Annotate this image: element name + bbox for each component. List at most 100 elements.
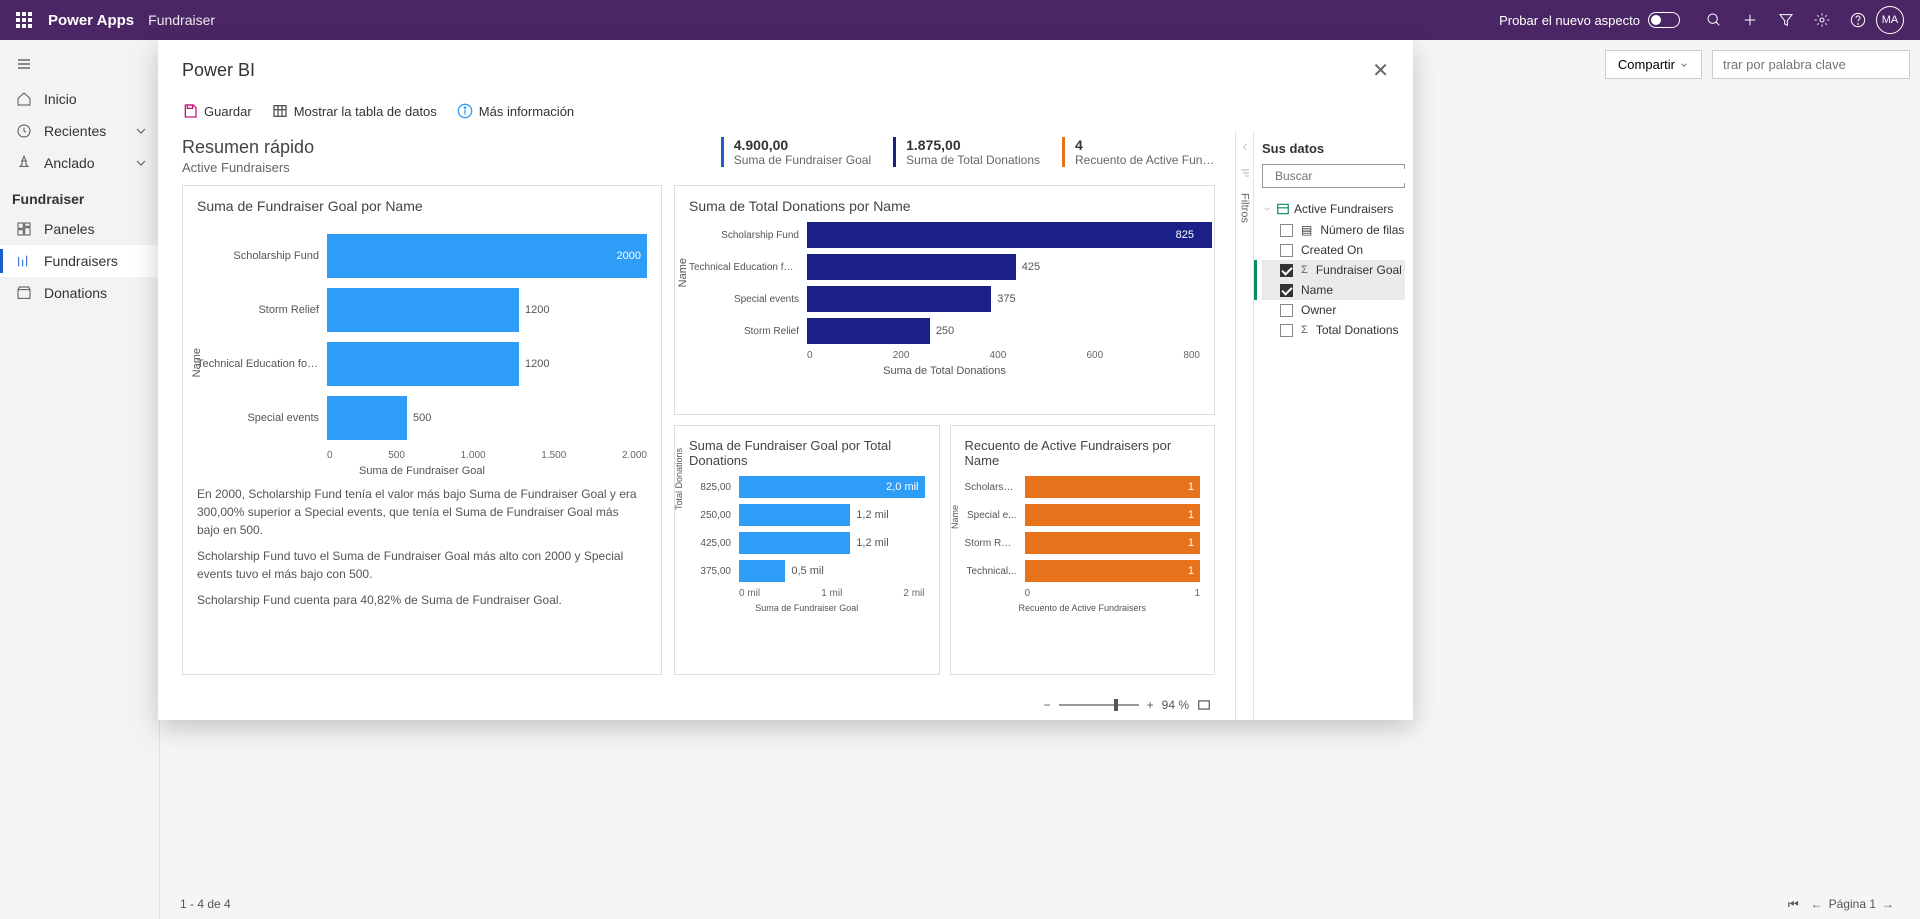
nav-paneles[interactable]: Paneles (0, 213, 159, 245)
zoom-in-button[interactable]: + (1147, 698, 1154, 712)
field-owner[interactable]: Owner (1262, 300, 1405, 320)
command-bar: Compartir (1605, 50, 1910, 79)
kpi-card[interactable]: 4.900,00Suma de Fundraiser Goal (721, 137, 871, 167)
filter-icon[interactable] (1768, 0, 1804, 40)
chart-donations-by-name[interactable]: Suma de Total Donations por Name Scholar… (674, 185, 1215, 415)
chart-bar (739, 560, 785, 582)
nav-donations-label: Donations (44, 285, 107, 301)
app-launcher-icon[interactable] (16, 12, 32, 28)
data-table-node[interactable]: Active Fundraisers (1262, 198, 1405, 220)
filter-rail-icon (1239, 167, 1251, 179)
close-icon[interactable]: ✕ (1372, 58, 1389, 83)
save-button[interactable]: Guardar (182, 103, 252, 119)
nav-section-fundraiser: Fundraiser (0, 179, 159, 213)
grid-footer: 1 - 4 de 4 ⏮ ← Página 1 → (160, 889, 1920, 919)
bar-value-label: 2000 (617, 250, 641, 262)
nav-recientes-label: Recientes (44, 123, 106, 139)
chart-goal-by-donations[interactable]: Suma de Fundraiser Goal por Total Donati… (674, 425, 940, 675)
fit-to-page-icon[interactable] (1197, 698, 1211, 712)
show-data-table-button[interactable]: Mostrar la tabla de datos (272, 103, 437, 119)
nav-fundraisers[interactable]: Fundraisers (0, 245, 159, 277)
axis-tick: 2 mil (903, 588, 924, 599)
powerbi-modal: Power BI ✕ Guardar Mostrar la tabla de d… (158, 40, 1413, 720)
nav-inicio-label: Inicio (44, 91, 77, 107)
chart-bar (327, 288, 519, 332)
bar-value-label: 1 (1188, 565, 1194, 577)
bar-value-label: 1,2 mil (856, 537, 888, 549)
axis-tick: 0 mil (739, 588, 760, 599)
bar-value-label: 375 (997, 293, 1015, 305)
chart-bar-row: 250,00 1,2 mil (689, 504, 925, 526)
search-icon[interactable] (1696, 0, 1732, 40)
field-numero-filas[interactable]: ▤Número de filas (1262, 220, 1405, 240)
axis-tick: 0 (327, 450, 333, 461)
bar-category-label: Storm Relief (689, 326, 807, 337)
x-axis-label: Recuento de Active Fundraisers (965, 603, 1201, 613)
chart-bar (807, 222, 1212, 248)
modal-toolbar: Guardar Mostrar la tabla de datos Más in… (158, 95, 1413, 131)
chevron-down-icon (133, 155, 149, 171)
chart-count-by-name[interactable]: Recuento de Active Fundraisers por Name … (950, 425, 1216, 675)
prev-page-button[interactable]: ← (1805, 897, 1829, 911)
more-info-button[interactable]: Más información (457, 103, 574, 119)
field-name[interactable]: Name (1262, 280, 1405, 300)
chart-bar-row: Scholarship Fund 825 (689, 222, 1200, 248)
chart-goal-by-name[interactable]: Suma de Fundraiser Goal por Name Scholar… (182, 185, 662, 675)
bar-value-label: 250 (936, 325, 954, 337)
share-button[interactable]: Compartir (1605, 50, 1702, 79)
help-icon[interactable] (1840, 0, 1876, 40)
data-panel: Sus datos Active Fundraisers ▤Número de … (1253, 131, 1413, 720)
data-search-input[interactable] (1262, 164, 1405, 188)
try-new-look-toggle[interactable] (1648, 12, 1680, 28)
field-fundraiser-goal[interactable]: ΣFundraiser Goal (1262, 260, 1405, 280)
zoom-control[interactable]: − + 94 % (1044, 698, 1211, 712)
data-table-label: Active Fundraisers (1294, 202, 1393, 216)
y-axis-label: Name (677, 258, 689, 287)
field-created-on[interactable]: Created On (1262, 240, 1405, 260)
bar-category-label: 250,00 (689, 510, 739, 521)
axis-tick: 500 (388, 450, 405, 461)
chevron-left-icon (1239, 141, 1251, 153)
add-icon[interactable] (1732, 0, 1768, 40)
kpi-label: Recuento de Active Fund... (1075, 153, 1215, 167)
x-axis-label: Suma de Fundraiser Goal (197, 465, 647, 477)
global-header: Power Apps Fundraiser Probar el nuevo as… (0, 0, 1920, 40)
chart-bar-row: Scholarsh... 1 (965, 476, 1201, 498)
kpi-card[interactable]: 1.875,00Suma de Total Donations (893, 137, 1040, 167)
bar-category-label: Storm Relief (197, 304, 327, 316)
modal-header: Power BI ✕ (158, 40, 1413, 95)
zoom-out-button[interactable]: − (1044, 698, 1051, 712)
nav-fundraisers-label: Fundraisers (44, 253, 118, 269)
nav-collapse-button[interactable] (0, 50, 159, 83)
settings-icon[interactable] (1804, 0, 1840, 40)
nav-paneles-label: Paneles (44, 221, 95, 237)
bar-value-label: 1 (1188, 537, 1194, 549)
bar-category-label: Storm Rel... (965, 538, 1025, 549)
chart-bar-row: Special events 500 (197, 396, 647, 440)
insight-text-3: Scholarship Fund cuenta para 40,82% de S… (197, 591, 647, 609)
first-page-button[interactable]: ⏮ (1782, 897, 1805, 912)
nav-recientes[interactable]: Recientes (0, 115, 159, 147)
nav-anclado[interactable]: Anclado (0, 147, 159, 179)
x-axis-label: Suma de Total Donations (689, 365, 1200, 377)
filters-rail[interactable]: Filtros (1235, 131, 1253, 720)
keyword-filter-input[interactable] (1712, 50, 1910, 79)
bar-value-label: 425 (1022, 261, 1040, 273)
chart-bar-row: 825,00 2,0 mil (689, 476, 925, 498)
x-axis-label: Suma de Fundraiser Goal (689, 603, 925, 613)
field-total-donations[interactable]: ΣTotal Donations (1262, 320, 1405, 340)
chart-title: Recuento de Active Fundraisers por Name (965, 438, 1201, 468)
next-page-button[interactable]: → (1876, 897, 1900, 911)
nav-inicio[interactable]: Inicio (0, 83, 159, 115)
left-nav: Inicio Recientes Anclado Fundraiser Pane… (0, 40, 160, 919)
bar-value-label: 1,2 mil (856, 509, 888, 521)
insight-text-1: En 2000, Scholarship Fund tenía el valor… (197, 485, 647, 539)
user-avatar[interactable]: MA (1876, 6, 1904, 34)
nav-donations[interactable]: Donations (0, 277, 159, 309)
chart-bar (1025, 504, 1201, 526)
bar-category-label: Scholarship Fund (689, 230, 807, 241)
kpi-value: 1.875,00 (906, 137, 1040, 153)
record-range-label: 1 - 4 de 4 (180, 897, 231, 911)
y-axis-label: Name (950, 505, 960, 529)
kpi-card[interactable]: 4Recuento de Active Fund... (1062, 137, 1215, 167)
